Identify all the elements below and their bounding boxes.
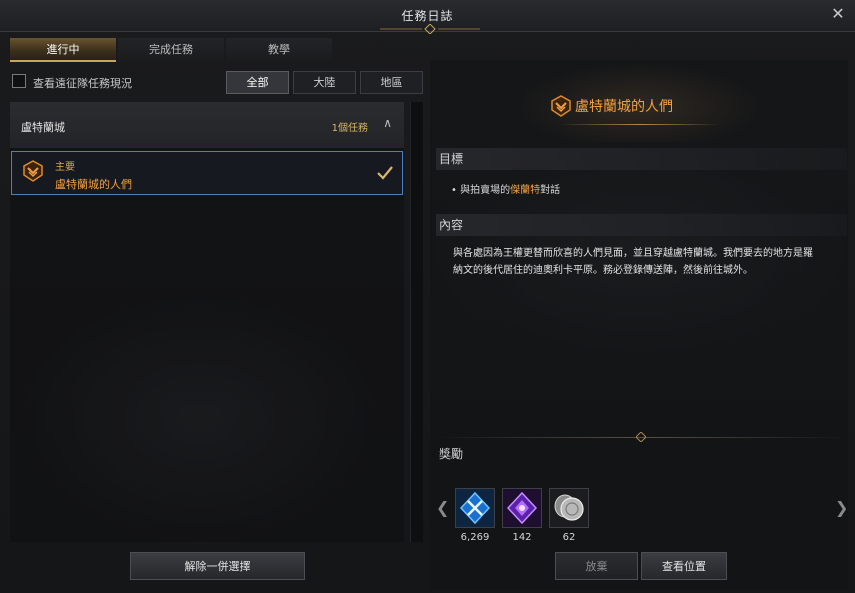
banner-divider	[560, 124, 720, 125]
reward-slot-3[interactable]	[549, 488, 589, 528]
abandon-button[interactable]: 放棄	[555, 552, 638, 580]
collapse-chevron-icon[interactable]: ∧	[383, 116, 392, 130]
quest-group-name: 盧特蘭城	[21, 121, 65, 134]
filter-region-button[interactable]: 地區	[360, 71, 423, 94]
content-text: 與各處因為王權更替而欣喜的人們見面，並且穿越盧特蘭城。我們要去的地方是羅納文的後…	[453, 248, 813, 276]
reward-count-2: 142	[512, 532, 532, 543]
reward-next-chevron-icon[interactable]: ❯	[835, 498, 848, 517]
tab-in-progress[interactable]: 進行中	[10, 38, 116, 62]
reward-count-3: 62	[562, 532, 576, 543]
quest-name: 盧特蘭城的人們	[55, 178, 132, 191]
objective-line: • 與拍賣場的傑蘭特對話	[451, 181, 560, 196]
tab-completed[interactable]: 完成任務	[118, 38, 224, 62]
close-icon[interactable]: ✕	[829, 5, 847, 23]
objective-header: 目標	[436, 148, 847, 170]
reward-header: 獎勵	[439, 447, 464, 461]
objective-suffix: 對話	[540, 185, 561, 196]
purple-crest-icon	[503, 489, 541, 527]
title-ornament-icon	[380, 24, 480, 34]
reward-count-1: 6,269	[460, 532, 490, 543]
reward-prev-chevron-icon[interactable]: ❮	[436, 498, 449, 517]
expedition-checkbox-label: 查看遠征隊任務現況	[33, 77, 132, 90]
filter-all-button[interactable]: 全部	[226, 71, 289, 94]
diamond-ornament-icon	[636, 432, 646, 442]
silver-coin-icon	[550, 489, 588, 527]
main-quest-crest-icon	[23, 160, 43, 182]
filter-continent-button[interactable]: 大陸	[293, 71, 356, 94]
checkmark-icon[interactable]	[376, 164, 394, 182]
bullet-icon: •	[451, 185, 461, 196]
quest-list-item[interactable]: 主要 盧特蘭城的人們	[11, 151, 403, 195]
quest-type-label: 主要	[55, 162, 75, 173]
content-header: 內容	[436, 214, 847, 236]
tab-tutorial[interactable]: 教學	[226, 38, 332, 62]
reward-slot-2[interactable]	[502, 488, 542, 528]
window-title: 任務日誌	[401, 9, 454, 23]
deselect-all-button[interactable]: 解除一併選擇	[130, 552, 305, 580]
main-quest-crest-icon	[551, 95, 571, 117]
quest-detail-title: 盧特蘭城的人們	[575, 99, 673, 115]
quest-group-count: 1個任務	[331, 123, 368, 134]
expedition-checkbox[interactable]	[12, 74, 26, 88]
quest-group-header[interactable]: 盧特蘭城 1個任務 ∧	[10, 102, 404, 148]
quest-list-scrollbar[interactable]	[410, 102, 423, 542]
objective-prefix: 與拍賣場的	[460, 185, 511, 196]
view-location-button[interactable]: 查看位置	[641, 552, 727, 580]
title-bar: 任務日誌 ✕	[0, 0, 855, 34]
objective-npc: 傑蘭特	[510, 185, 541, 196]
tab-bar: 進行中 完成任務 教學	[10, 38, 414, 62]
reward-slot-1[interactable]	[455, 488, 495, 528]
blue-skill-point-icon	[456, 489, 494, 527]
